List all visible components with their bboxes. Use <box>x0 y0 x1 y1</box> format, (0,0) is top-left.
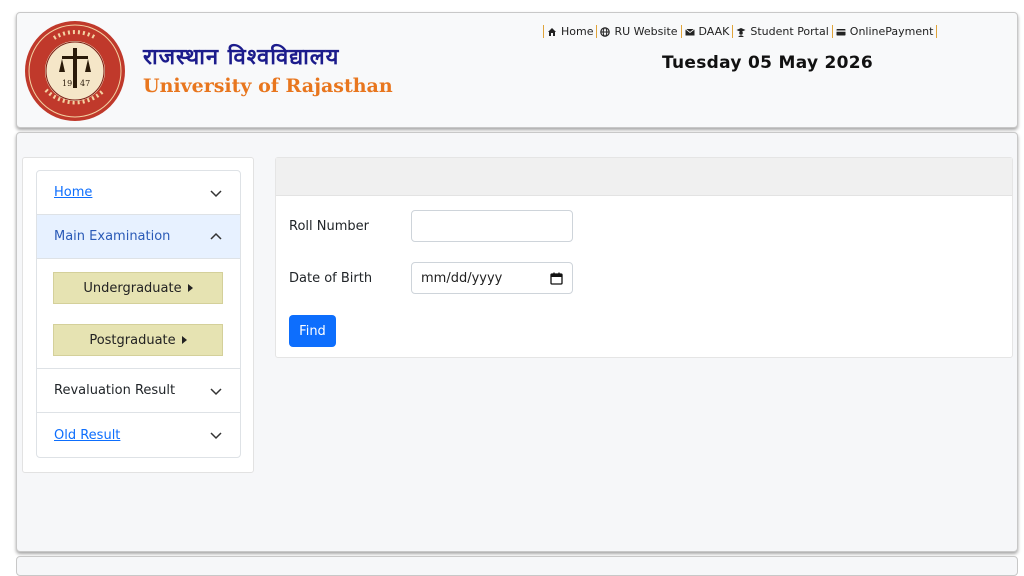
sidebar: Home Main Examination Undergraduate Post… <box>22 157 254 473</box>
roll-number-input[interactable] <box>411 210 573 242</box>
postgraduate-button[interactable]: Postgraduate <box>53 324 223 356</box>
caret-right-icon <box>187 284 193 292</box>
university-title: राजस्थान विश्वविद्यालय University of Raj… <box>143 41 393 97</box>
nav-student-portal-link[interactable]: Student Portal <box>736 25 829 38</box>
sidebar-item-label[interactable]: Old Result <box>54 428 120 443</box>
date-of-birth-input[interactable]: mm/dd/yyyy <box>411 262 573 294</box>
find-button[interactable]: Find <box>289 315 336 347</box>
svg-text:19: 19 <box>62 79 72 88</box>
date-of-birth-row: Date of Birth mm/dd/yyyy <box>289 262 573 294</box>
globe-icon <box>600 26 611 37</box>
nav-daak-link[interactable]: DAAK <box>684 25 729 38</box>
mail-icon <box>684 28 695 35</box>
chevron-down-icon <box>210 387 222 395</box>
chevron-up-icon <box>210 232 222 240</box>
site-header: 19 47 राजस्थान विश्वविद्यालय University … <box>16 12 1018 128</box>
english-title: University of Rajasthan <box>143 75 393 97</box>
caret-right-icon <box>181 336 187 344</box>
current-date: Tuesday 05 May 2026 <box>662 53 874 73</box>
sidebar-item-revaluation-result[interactable]: Revaluation Result <box>37 369 240 413</box>
roll-number-label: Roll Number <box>289 218 369 234</box>
sidebar-item-label: Main Examination <box>54 229 171 244</box>
sidebar-item-label[interactable]: Home <box>54 185 92 200</box>
home-icon <box>548 27 556 36</box>
sidebar-item-home[interactable]: Home <box>37 171 240 215</box>
main-examination-panel: Undergraduate Postgraduate <box>37 259 240 369</box>
graduate-icon <box>736 27 746 37</box>
form-header <box>276 158 1012 196</box>
sidebar-item-label: Revaluation Result <box>54 383 176 398</box>
nav-ru-website-link[interactable]: RU Website <box>600 25 678 38</box>
sidebar-accordion: Home Main Examination Undergraduate Post… <box>36 170 241 458</box>
university-seal-logo: 19 47 <box>25 21 125 121</box>
sidebar-item-old-result[interactable]: Old Result <box>37 413 240 457</box>
card-icon <box>836 28 846 35</box>
main-content: Home Main Examination Undergraduate Post… <box>16 132 1018 552</box>
date-of-birth-label: Date of Birth <box>289 270 373 286</box>
chevron-down-icon <box>210 189 222 197</box>
svg-text:47: 47 <box>80 79 90 88</box>
hindi-title: राजस्थान विश्वविद्यालय <box>143 44 340 70</box>
nav-online-payment-link[interactable]: OnlinePayment <box>836 25 933 38</box>
top-navigation: Home RU Website DAAK Student Portal Onli… <box>540 25 940 38</box>
footer-strip <box>16 556 1018 576</box>
sidebar-item-main-examination[interactable]: Main Examination <box>37 215 240 259</box>
chevron-down-icon <box>210 432 222 440</box>
roll-number-row: Roll Number <box>289 210 573 242</box>
result-search-form: Roll Number Date of Birth mm/dd/yyyy Fin… <box>275 157 1013 358</box>
undergraduate-button[interactable]: Undergraduate <box>53 272 223 304</box>
calendar-icon[interactable] <box>550 272 563 285</box>
nav-home-link[interactable]: Home <box>547 25 593 38</box>
